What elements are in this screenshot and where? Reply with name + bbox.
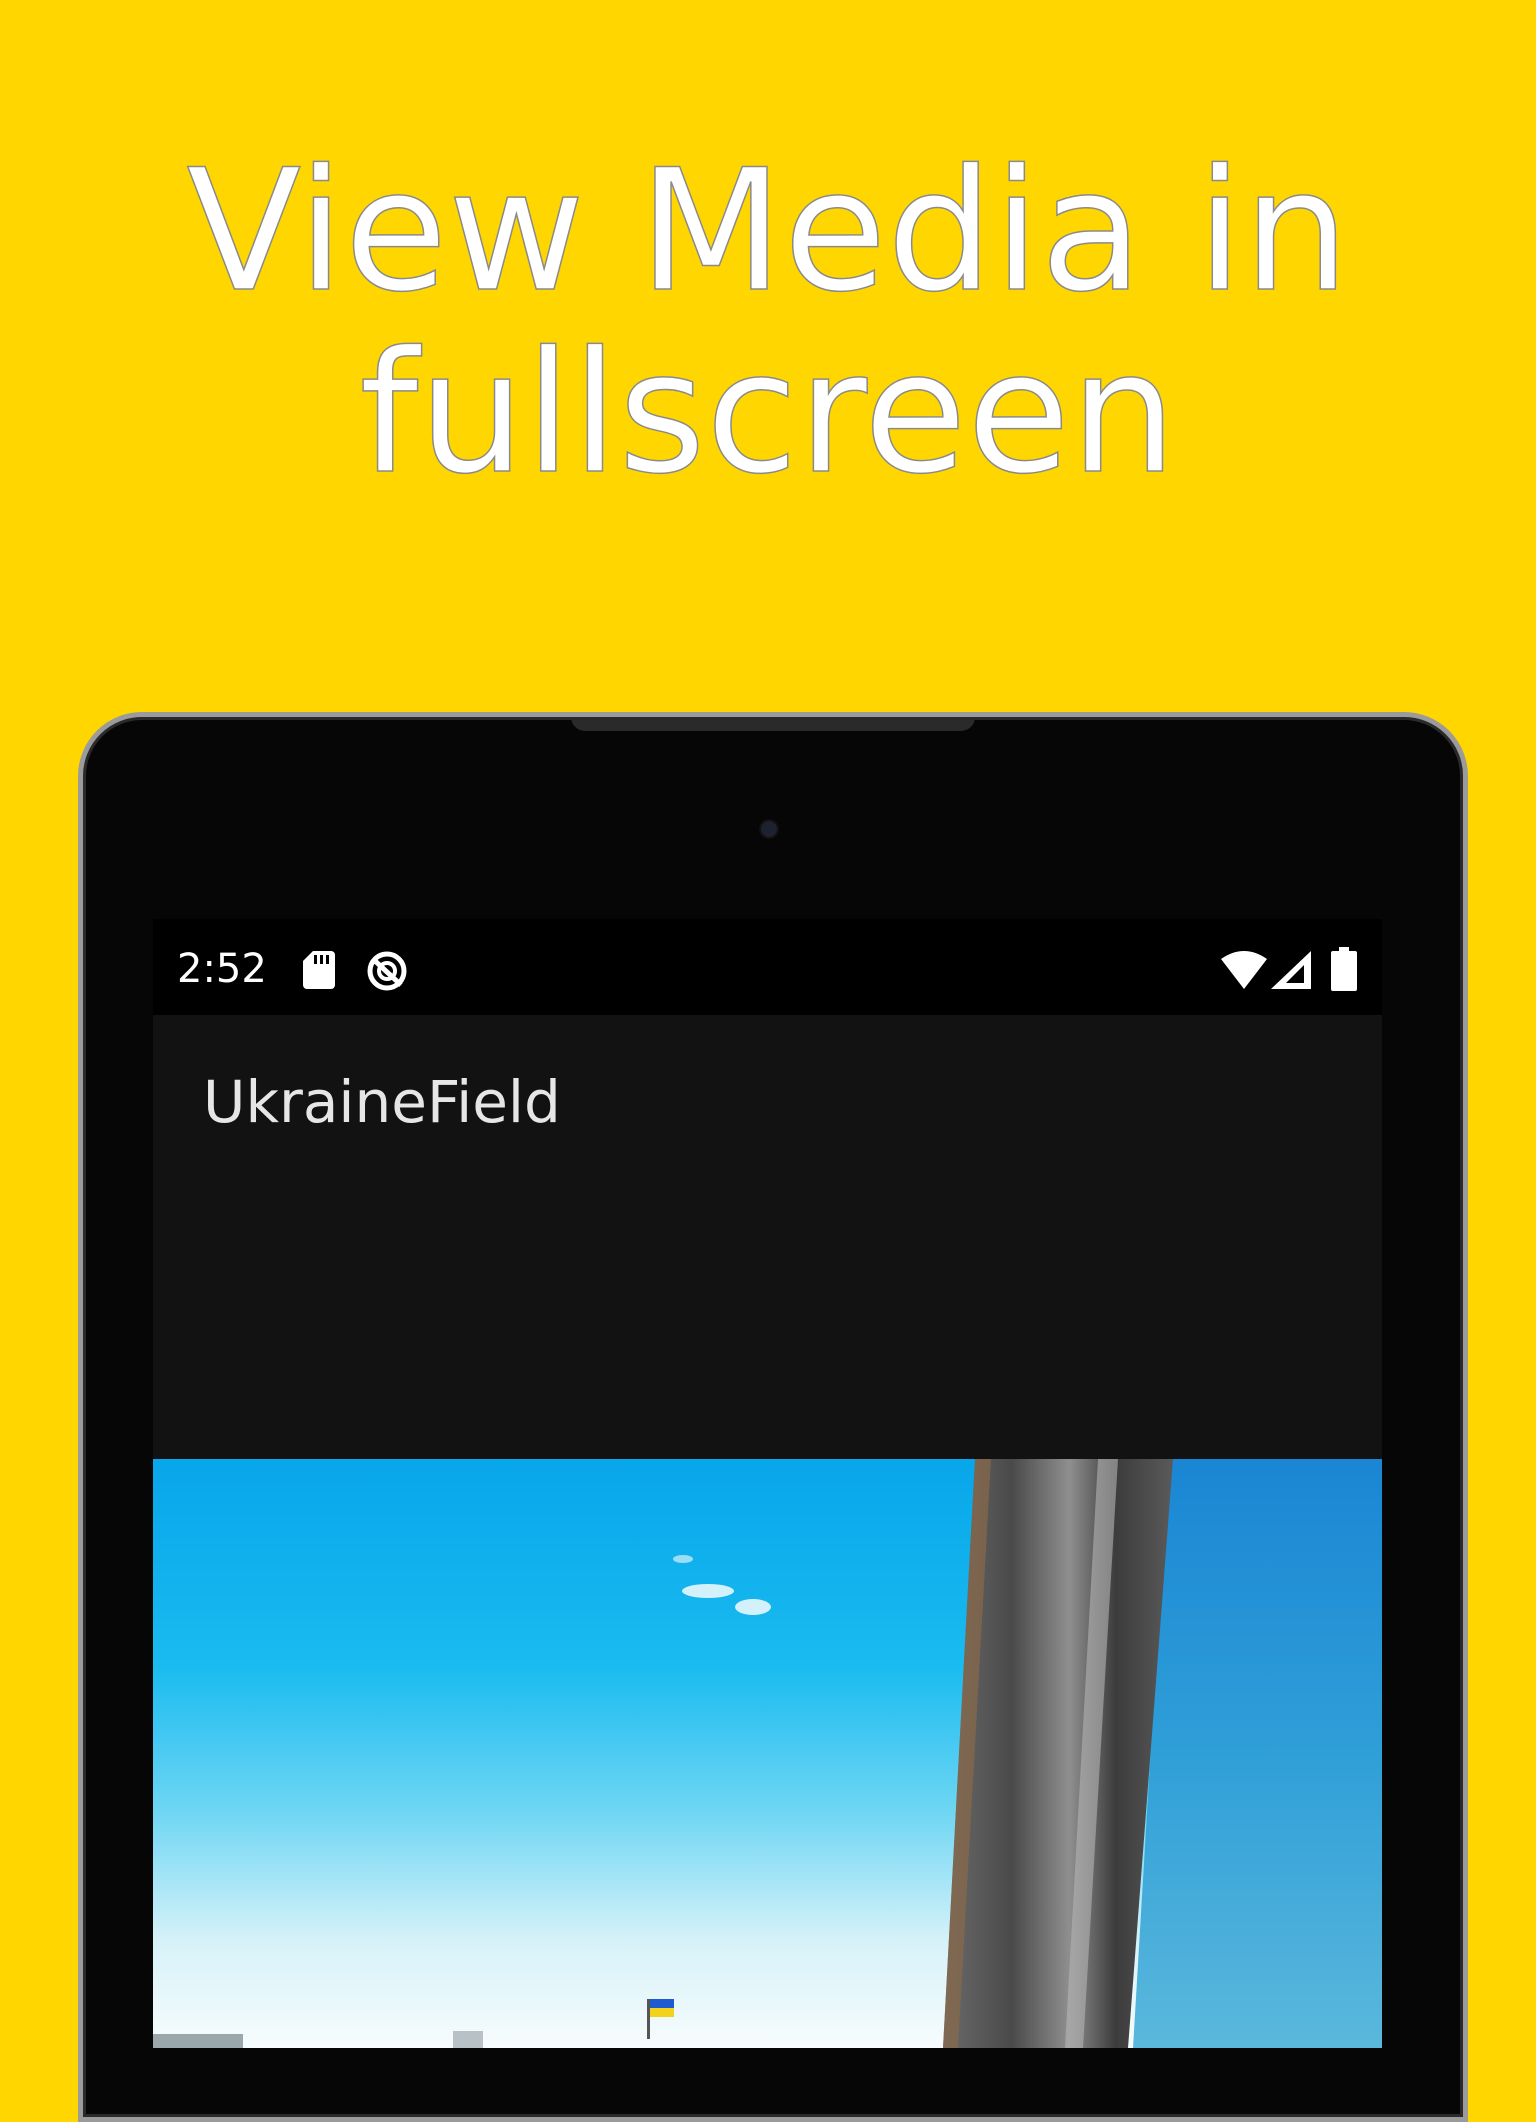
device-notch (571, 717, 975, 731)
status-bar: 2:52 (153, 919, 1382, 1015)
cell-signal-icon (1271, 951, 1311, 989)
wifi-icon (1221, 951, 1267, 989)
fullscreen-media-photo[interactable] (153, 1459, 1382, 2048)
front-camera (761, 821, 777, 837)
sync-off-icon (367, 951, 407, 991)
headline-line-2: fullscreen (359, 315, 1178, 511)
battery-icon (1331, 947, 1357, 991)
promo-headline: View Media in fullscreen (0, 133, 1536, 511)
status-time: 2:52 (177, 946, 267, 992)
sd-card-icon (303, 951, 335, 989)
photo-image (153, 1459, 1382, 2048)
headline-line-1: View Media in (186, 133, 1351, 329)
app-title: UkraineField (203, 1068, 561, 1136)
app-bar: UkraineField (153, 1015, 1382, 1378)
device-screen: 2:52 UkraineField (153, 919, 1382, 2048)
